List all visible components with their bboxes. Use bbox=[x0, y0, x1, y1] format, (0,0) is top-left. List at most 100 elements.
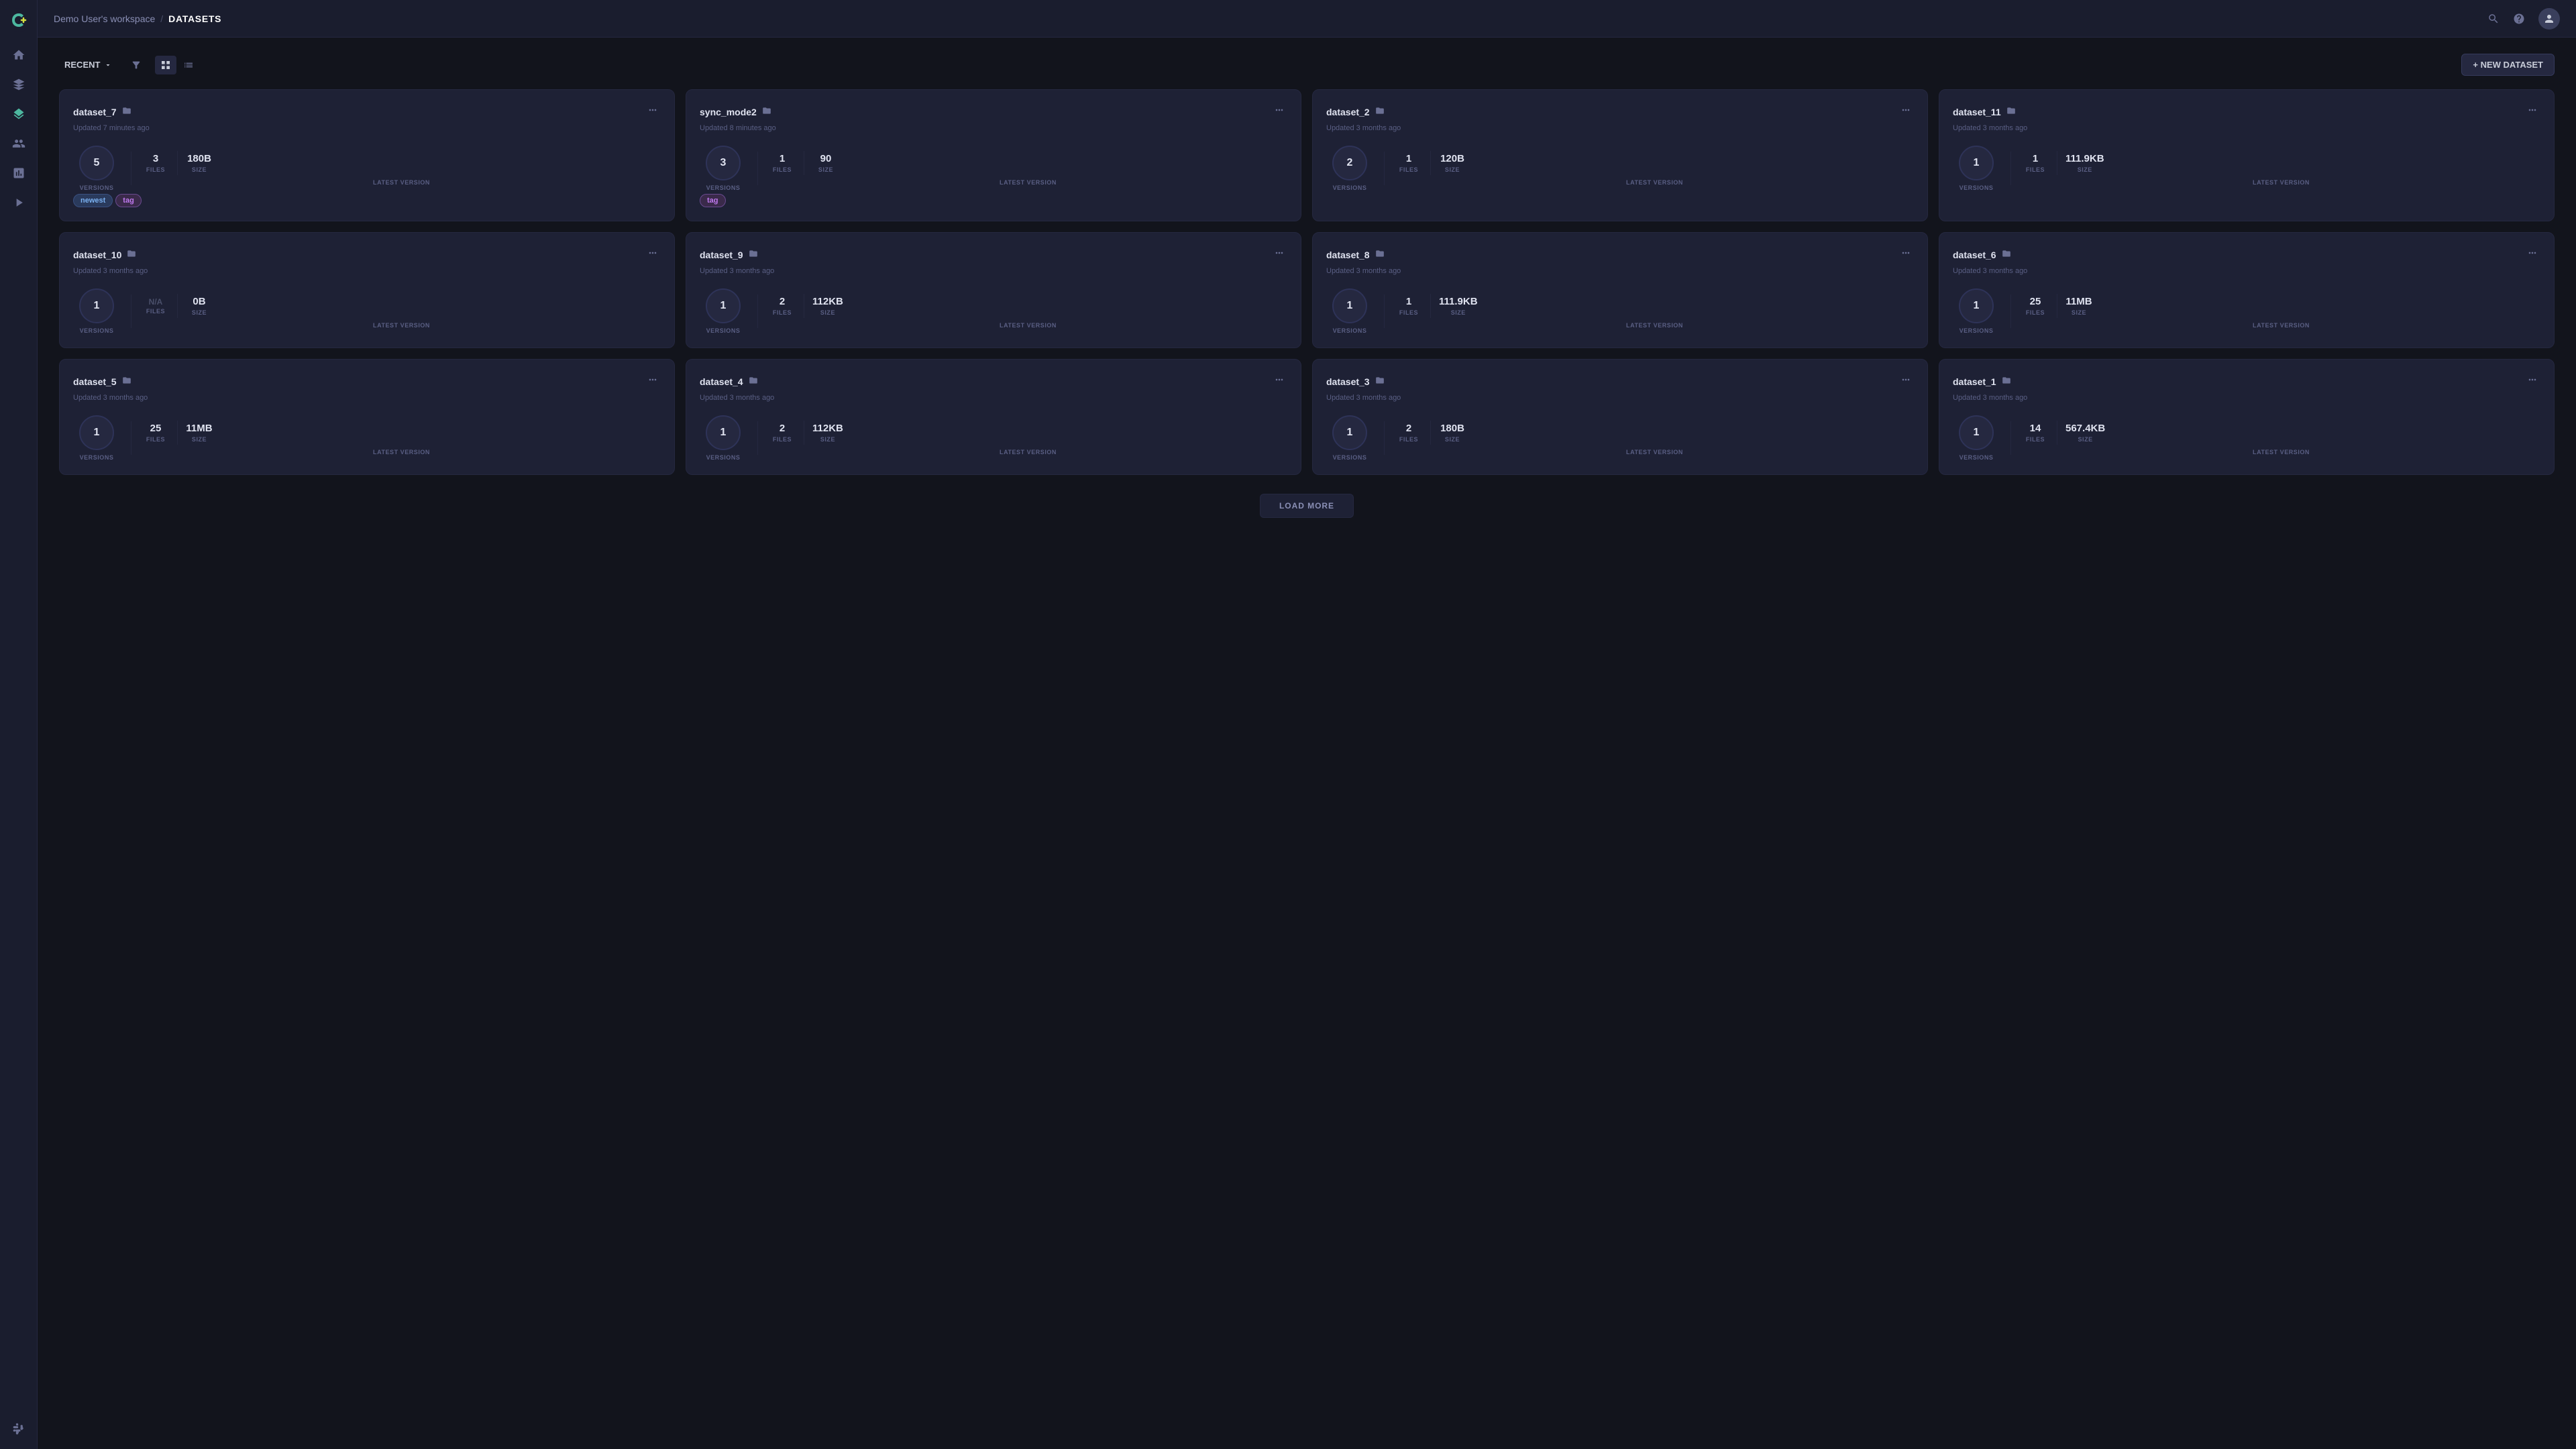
card-menu-button[interactable] bbox=[1271, 373, 1287, 390]
card-title: dataset_2 bbox=[1326, 107, 1370, 117]
tag-tag[interactable]: tag bbox=[115, 194, 142, 207]
tag-tag[interactable]: tag bbox=[700, 194, 726, 207]
dataset-card[interactable]: sync_mode2 Updated 8 minutes ago 3 VERSI… bbox=[686, 89, 1301, 221]
card-title-row: dataset_5 bbox=[73, 376, 131, 387]
dataset-card[interactable]: dataset_10 Updated 3 months ago 1 VERSIO… bbox=[59, 232, 675, 348]
app-logo[interactable] bbox=[7, 8, 31, 32]
versions-section: 1 VERSIONS bbox=[1953, 288, 2000, 334]
card-menu-button[interactable] bbox=[1898, 246, 1914, 263]
card-menu-button[interactable] bbox=[645, 246, 661, 263]
load-more-label: LOAD MORE bbox=[1279, 501, 1334, 511]
dataset-card[interactable]: dataset_2 Updated 3 months ago 2 VERSION… bbox=[1312, 89, 1928, 221]
filter-button[interactable] bbox=[125, 56, 147, 74]
card-menu-button[interactable] bbox=[1898, 373, 1914, 390]
versions-label: VERSIONS bbox=[706, 454, 741, 461]
latest-inner: 14 FILES 567.4KB SIZE bbox=[2022, 421, 2540, 445]
sidebar-item-layers[interactable] bbox=[7, 102, 31, 126]
latest-label: LATEST VERSION bbox=[142, 322, 661, 329]
stat-files-value: 25 bbox=[2030, 296, 2041, 308]
breadcrumb: Demo User's workspace / DATASETS bbox=[54, 13, 2487, 24]
folder-icon bbox=[2002, 376, 2011, 387]
dataset-card[interactable]: dataset_5 Updated 3 months ago 1 VERSION… bbox=[59, 359, 675, 475]
sidebar-item-deploy[interactable] bbox=[7, 191, 31, 215]
size-value: 112KB bbox=[812, 423, 843, 435]
dataset-card[interactable]: dataset_7 Updated 7 minutes ago 5 VERSIO… bbox=[59, 89, 675, 221]
sidebar-item-pipelines[interactable] bbox=[7, 131, 31, 156]
card-menu-button[interactable] bbox=[1271, 103, 1287, 120]
card-title: dataset_11 bbox=[1953, 107, 2001, 117]
card-header: dataset_2 bbox=[1326, 103, 1914, 120]
size-value: 111.9KB bbox=[2065, 153, 2104, 165]
card-menu-button[interactable] bbox=[2524, 246, 2540, 263]
dataset-card[interactable]: dataset_6 Updated 3 months ago 1 VERSION… bbox=[1939, 232, 2555, 348]
versions-label: VERSIONS bbox=[1960, 454, 1994, 461]
section-divider bbox=[757, 294, 758, 328]
stat-divider bbox=[1430, 421, 1431, 445]
card-menu-button[interactable] bbox=[2524, 373, 2540, 390]
versions-circle: 1 bbox=[1959, 146, 1994, 180]
page-title: DATASETS bbox=[168, 13, 221, 24]
latest-inner: 1 FILES 120B SIZE bbox=[1395, 151, 1914, 175]
stat-files-value: 2 bbox=[780, 296, 785, 308]
dataset-card[interactable]: dataset_3 Updated 3 months ago 1 VERSION… bbox=[1312, 359, 1928, 475]
card-updated: Updated 3 months ago bbox=[1326, 267, 1914, 275]
card-updated: Updated 3 months ago bbox=[1953, 267, 2540, 275]
card-header: dataset_9 bbox=[700, 246, 1287, 263]
list-view-button[interactable] bbox=[178, 56, 199, 74]
card-updated: Updated 3 months ago bbox=[700, 267, 1287, 275]
latest-label: LATEST VERSION bbox=[769, 179, 1287, 186]
latest-label: LATEST VERSION bbox=[2022, 449, 2540, 455]
recent-filter-button[interactable]: RECENT bbox=[59, 56, 117, 74]
sidebar-item-reports[interactable] bbox=[7, 161, 31, 185]
stat-files: 1 FILES bbox=[1395, 153, 1422, 173]
card-menu-button[interactable] bbox=[1271, 246, 1287, 263]
size-label: SIZE bbox=[192, 166, 207, 173]
load-more-button[interactable]: LOAD MORE bbox=[1260, 494, 1354, 518]
new-dataset-button[interactable]: + NEW DATASET bbox=[2461, 54, 2555, 76]
workspace-link[interactable]: Demo User's workspace bbox=[54, 13, 155, 24]
stat-size: 111.9KB SIZE bbox=[2065, 153, 2104, 173]
dataset-card[interactable]: dataset_8 Updated 3 months ago 1 VERSION… bbox=[1312, 232, 1928, 348]
card-stats-row: 1 VERSIONS 2 FILES 180B SIZE bbox=[1326, 415, 1914, 461]
dataset-card[interactable]: dataset_4 Updated 3 months ago 1 VERSION… bbox=[686, 359, 1301, 475]
card-menu-button[interactable] bbox=[1898, 103, 1914, 120]
grid-view-button[interactable] bbox=[155, 56, 176, 74]
stat-files: 1 FILES bbox=[769, 153, 796, 173]
latest-section: 2 FILES 180B SIZE LATEST VERSION bbox=[1395, 421, 1914, 455]
tag-newest[interactable]: newest bbox=[73, 194, 113, 207]
card-title: dataset_5 bbox=[73, 376, 117, 387]
folder-icon bbox=[1375, 249, 1385, 260]
dataset-card[interactable]: dataset_11 Updated 3 months ago 1 VERSIO… bbox=[1939, 89, 2555, 221]
search-button[interactable] bbox=[2487, 13, 2500, 25]
card-menu-button[interactable] bbox=[645, 103, 661, 120]
size-label: SIZE bbox=[192, 309, 207, 316]
card-title-row: dataset_4 bbox=[700, 376, 758, 387]
stat-files-value: 2 bbox=[780, 423, 785, 435]
sidebar-item-slack[interactable] bbox=[7, 1417, 31, 1441]
sidebar-item-models[interactable] bbox=[7, 72, 31, 97]
latest-section: 1 FILES 111.9KB SIZE LATEST VERSION bbox=[2022, 151, 2540, 186]
files-label: FILES bbox=[2026, 436, 2045, 443]
card-stats-row: 1 VERSIONS 2 FILES 112KB SIZE bbox=[700, 288, 1287, 334]
size-value: 11MB bbox=[186, 423, 212, 435]
card-title-row: dataset_8 bbox=[1326, 249, 1385, 260]
latest-section: 25 FILES 11MB SIZE LATEST VERSION bbox=[142, 421, 661, 455]
user-avatar[interactable] bbox=[2538, 8, 2560, 30]
size-label: SIZE bbox=[818, 166, 833, 173]
help-button[interactable] bbox=[2513, 13, 2525, 25]
card-title: dataset_9 bbox=[700, 250, 743, 260]
stat-size: 111.9KB SIZE bbox=[1439, 296, 1478, 316]
card-header: dataset_4 bbox=[700, 373, 1287, 390]
dataset-card[interactable]: dataset_1 Updated 3 months ago 1 VERSION… bbox=[1939, 359, 2555, 475]
dataset-card[interactable]: dataset_9 Updated 3 months ago 1 VERSION… bbox=[686, 232, 1301, 348]
card-menu-button[interactable] bbox=[645, 373, 661, 390]
size-label: SIZE bbox=[2078, 166, 2092, 173]
versions-label: VERSIONS bbox=[1333, 454, 1367, 461]
versions-circle: 1 bbox=[1332, 415, 1367, 450]
versions-label: VERSIONS bbox=[1960, 327, 1994, 334]
latest-inner: 1 FILES 111.9KB SIZE bbox=[2022, 151, 2540, 175]
size-value: 180B bbox=[1440, 423, 1464, 435]
card-menu-button[interactable] bbox=[2524, 103, 2540, 120]
sidebar-item-home[interactable] bbox=[7, 43, 31, 67]
versions-label: VERSIONS bbox=[1333, 184, 1367, 191]
